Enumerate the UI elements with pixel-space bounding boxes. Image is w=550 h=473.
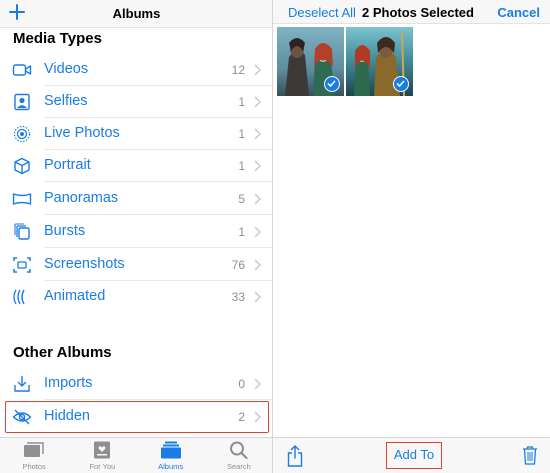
chevron-right-icon bbox=[254, 378, 261, 390]
chevron-right-icon bbox=[254, 64, 261, 76]
albums-pane: Albums Media Types Videos 12 Selfies 1 L… bbox=[0, 0, 273, 473]
album-count: 1 bbox=[238, 225, 245, 239]
import-icon bbox=[14, 375, 30, 392]
row-divider bbox=[44, 214, 272, 215]
row-divider bbox=[44, 247, 272, 248]
album-count: 76 bbox=[231, 258, 245, 272]
trash-icon[interactable] bbox=[522, 445, 538, 465]
app-root: Albums Media Types Videos 12 Selfies 1 L… bbox=[0, 0, 550, 473]
album-label: Panoramas bbox=[44, 190, 119, 206]
album-row-panoramas[interactable]: Panoramas 5 bbox=[0, 183, 272, 215]
selection-toolbar: Add To bbox=[273, 437, 550, 473]
chevron-right-icon bbox=[254, 291, 261, 303]
cube-icon bbox=[14, 157, 30, 175]
chevron-right-icon bbox=[254, 193, 261, 205]
eye-slash-icon bbox=[12, 409, 32, 425]
albums-icon bbox=[160, 441, 181, 459]
album-label: Imports bbox=[44, 375, 93, 391]
album-row-bursts[interactable]: Bursts 1 bbox=[0, 216, 272, 248]
selected-check-icon bbox=[324, 76, 340, 92]
tab-bar: Photos For You Albums Search bbox=[0, 437, 272, 473]
other-albums-title: Other Albums bbox=[13, 344, 112, 361]
album-label: Selfies bbox=[44, 93, 88, 109]
chevron-right-icon bbox=[254, 96, 261, 108]
tab-label: Photos bbox=[22, 462, 46, 471]
tab-search[interactable]: Search bbox=[205, 438, 272, 473]
tab-albums[interactable]: Albums bbox=[137, 438, 205, 473]
tab-label: Search bbox=[226, 462, 251, 471]
album-row-animated[interactable]: Animated 33 bbox=[0, 281, 272, 313]
chevron-right-icon bbox=[254, 128, 261, 140]
album-count: 12 bbox=[231, 63, 245, 77]
media-types-title: Media Types bbox=[13, 30, 102, 47]
selection-title: 2 Photos Selected bbox=[362, 5, 474, 20]
album-label: Portrait bbox=[44, 157, 91, 173]
hidden-album-pane: Deselect All 2 Photos Selected Cancel Ad… bbox=[273, 0, 550, 473]
albums-header: Albums bbox=[0, 0, 272, 28]
album-label: Videos bbox=[44, 61, 89, 77]
album-count: 2 bbox=[238, 410, 245, 424]
chevron-right-icon bbox=[254, 259, 261, 271]
animated-icon bbox=[13, 289, 25, 305]
album-label: Bursts bbox=[44, 223, 86, 239]
search-icon bbox=[229, 441, 248, 459]
album-row-selfies[interactable]: Selfies 1 bbox=[0, 86, 272, 118]
share-icon[interactable] bbox=[287, 445, 303, 467]
album-label: Screenshots bbox=[44, 256, 125, 272]
selfie-portrait-icon bbox=[14, 93, 30, 111]
panorama-icon bbox=[12, 193, 32, 205]
album-label: Live Photos bbox=[44, 125, 120, 141]
deselect-all-button[interactable]: Deselect All bbox=[288, 5, 356, 20]
albums-title: Albums bbox=[112, 6, 161, 21]
album-count: 1 bbox=[238, 127, 245, 141]
album-row-portrait[interactable]: Portrait 1 bbox=[0, 150, 272, 182]
tab-photos[interactable]: Photos bbox=[0, 438, 68, 473]
burst-icon bbox=[14, 223, 30, 240]
cancel-button[interactable]: Cancel bbox=[497, 5, 540, 20]
album-count: 33 bbox=[231, 290, 245, 304]
selected-check-icon bbox=[393, 76, 409, 92]
photo-thumbnail[interactable] bbox=[346, 27, 413, 96]
screenshot-icon bbox=[13, 257, 31, 273]
row-divider bbox=[44, 181, 272, 182]
video-camera-icon bbox=[12, 64, 32, 76]
photos-icon bbox=[24, 442, 44, 457]
album-count: 1 bbox=[238, 159, 245, 173]
chevron-right-icon bbox=[254, 226, 261, 238]
row-divider bbox=[44, 399, 272, 400]
album-count: 0 bbox=[238, 377, 245, 391]
chevron-right-icon bbox=[254, 160, 261, 172]
tab-label: Albums bbox=[158, 462, 184, 471]
album-label: Animated bbox=[44, 288, 106, 304]
chevron-right-icon bbox=[254, 411, 261, 423]
album-label: Hidden bbox=[44, 408, 90, 424]
album-row-hidden[interactable]: Hidden 2 bbox=[0, 401, 272, 433]
selection-header: Deselect All 2 Photos Selected Cancel bbox=[273, 0, 550, 24]
album-row-imports[interactable]: Imports 0 bbox=[0, 368, 272, 400]
tab-for-you[interactable]: For You bbox=[68, 438, 136, 473]
photo-thumbnail[interactable] bbox=[277, 27, 344, 96]
for-you-icon bbox=[94, 441, 111, 459]
album-count: 5 bbox=[238, 192, 245, 206]
tab-label: For You bbox=[89, 462, 116, 471]
live-photo-icon bbox=[13, 125, 31, 143]
add-to-button[interactable]: Add To bbox=[386, 442, 442, 469]
album-row-screenshots[interactable]: Screenshots 76 bbox=[0, 249, 272, 281]
album-count: 1 bbox=[238, 95, 245, 109]
album-row-videos[interactable]: Videos 12 bbox=[0, 54, 272, 86]
album-row-live-photos[interactable]: Live Photos 1 bbox=[0, 118, 272, 150]
